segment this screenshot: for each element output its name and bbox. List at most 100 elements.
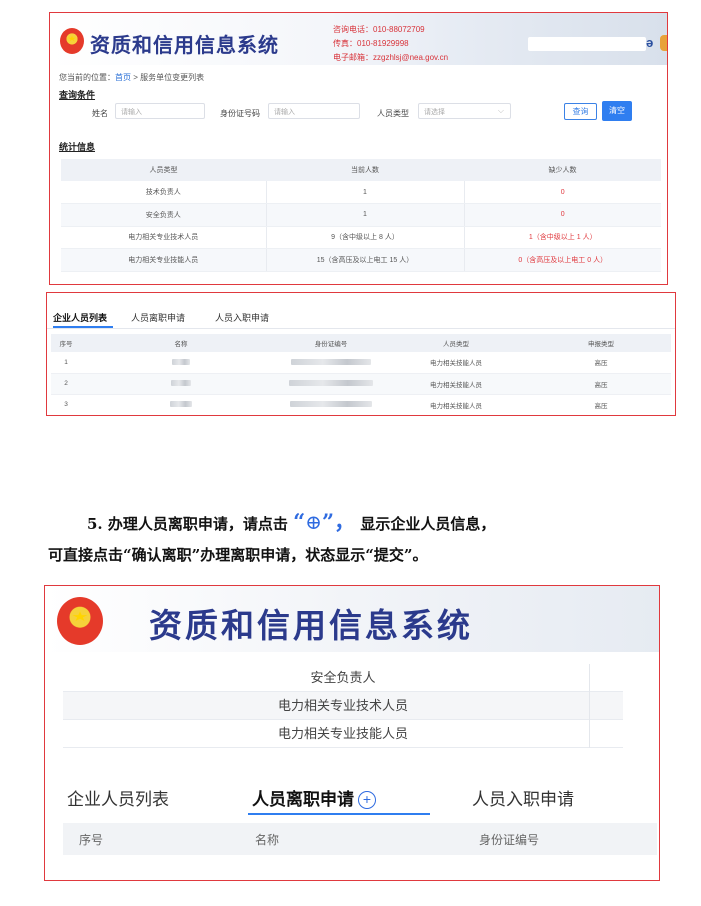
cell-index: 1 xyxy=(51,352,81,374)
screenshot-service-unit-list: 资质和信用信息系统 咨询电话：010-88072709 传真：010-81929… xyxy=(49,12,668,285)
table-row: 安全负责人 1 0 xyxy=(61,203,661,227)
cell-index: 4 xyxy=(51,415,81,416)
tab-onboarding-request[interactable]: 人员入职申请 xyxy=(215,311,269,324)
cell-declare-type: 高压 xyxy=(531,394,671,415)
cell-type: 电力相关专业技术人员 xyxy=(61,226,266,249)
cell-current: 1 xyxy=(265,181,464,204)
tab-employee-list[interactable]: 企业人员列表 xyxy=(67,785,169,810)
col-index: 序号 xyxy=(51,334,81,352)
cell-current: 15（含高压及以上电工 15 人） xyxy=(265,248,464,272)
user-info-box[interactable] xyxy=(528,37,646,51)
screenshot-resignation-tab: 资质和信用信息系统 安全负责人 电力相关专业技术人员 电力相关专业技能人员 企业… xyxy=(44,585,660,881)
col-missing-count: 缺少人数 xyxy=(464,159,661,181)
cell-id-redacted xyxy=(281,352,381,374)
header-banner: 资质和信用信息系统 xyxy=(45,586,659,652)
clear-button[interactable]: 清空 xyxy=(602,101,632,121)
employee-table: 序号 名称 身份证编号 人员类型 申报类型 1 电力相关技能人员 高压 2 电力… xyxy=(51,334,671,416)
instruction-text-a: 5. 办理人员离职申请，请点击 xyxy=(87,515,288,533)
col-current-count: 当前人数 xyxy=(266,159,464,181)
query-conditions-heading: 查询条件 xyxy=(59,90,96,100)
cell-type: 技术负责人 xyxy=(61,181,266,204)
national-emblem-icon xyxy=(57,597,103,645)
person-type-label: 人员类型 xyxy=(377,109,409,118)
cell-missing: 0 xyxy=(463,203,661,227)
cell-type: 安全负责人 xyxy=(61,203,266,227)
user-icon[interactable]: ə xyxy=(646,35,653,50)
table-row[interactable]: 4 电力相关技能人员 高压 xyxy=(51,415,671,416)
tab-resignation-label: 人员离职申请 xyxy=(252,790,354,809)
cell-id-redacted xyxy=(281,394,381,415)
circle-plus-icon[interactable]: + xyxy=(358,791,376,809)
query-button[interactable]: 查询 xyxy=(564,103,597,120)
col-declare-type: 申报类型 xyxy=(531,334,671,352)
cell-person-type: 电力相关技能人员 xyxy=(381,415,531,416)
id-number-placeholder: 请输入 xyxy=(274,109,295,116)
cell-declare-type: 高压 xyxy=(531,352,671,374)
active-tab-underline xyxy=(53,326,113,328)
cell-name-redacted xyxy=(81,373,281,395)
header-banner: 资质和信用信息系统 咨询电话：010-88072709 传真：010-81929… xyxy=(50,13,667,65)
col-name: 名称 xyxy=(81,334,281,352)
person-type-row: 电力相关专业技能人员 xyxy=(63,720,623,748)
id-number-input[interactable]: 请输入 xyxy=(268,103,360,119)
cell-name-redacted xyxy=(81,415,281,416)
quote-close: ”， xyxy=(321,509,356,534)
cell-name-redacted xyxy=(81,352,281,374)
table-header-row: 序号 名称 身份证编号 xyxy=(63,823,657,855)
system-title: 资质和信用信息系统 xyxy=(149,606,473,645)
tab-onboarding-request[interactable]: 人员入职申请 xyxy=(472,785,574,810)
cell-missing: 1（含中级以上 1 人） xyxy=(463,226,661,249)
cell-person-type: 电力相关技能人员 xyxy=(381,394,531,415)
cell-declare-type: 高压 xyxy=(531,373,671,395)
table-row[interactable]: 2 电力相关技能人员 高压 xyxy=(51,373,671,395)
col-id-number: 身份证编号 xyxy=(479,833,540,847)
cell-current: 1 xyxy=(265,203,464,227)
side-tab-icon[interactable] xyxy=(660,35,667,51)
cell-id-redacted xyxy=(281,373,381,395)
cell-person-type: 电力相关技能人员 xyxy=(381,352,531,374)
person-type-row: 电力相关专业技术人员 xyxy=(63,692,623,720)
cell-declare-type: 高压 xyxy=(531,415,671,416)
cell-name-redacted xyxy=(81,394,281,415)
table-row[interactable]: 3 电力相关技能人员 高压 xyxy=(51,394,671,415)
table-header-row: 人员类型 当前人数 缺少人数 xyxy=(61,159,661,181)
instruction-line-2: 可直接点击“确认离职”办理离职申请，状态显示“提交”。 xyxy=(48,546,428,564)
breadcrumb: 您当前的位置：首页 > 服务单位变更列表 xyxy=(59,72,204,83)
national-emblem-icon xyxy=(60,28,84,54)
table-row[interactable]: 1 电力相关技能人员 高压 xyxy=(51,352,671,374)
breadcrumb-current: > 服务单位变更列表 xyxy=(131,73,205,82)
col-id-number: 身份证编号 xyxy=(281,334,381,352)
statistics-heading: 统计信息 xyxy=(59,142,96,152)
name-label: 姓名 xyxy=(92,109,108,118)
instruction-line-1: 5. 办理人员离职申请，请点击 “⊕”， 显示企业人员信息， xyxy=(87,506,495,536)
breadcrumb-prefix: 您当前的位置： xyxy=(59,73,115,82)
cell-index: 2 xyxy=(51,373,81,395)
person-type-select[interactable]: 请选择 ⌵ xyxy=(418,103,511,119)
breadcrumb-home-link[interactable]: 首页 xyxy=(115,73,131,82)
cell-id-redacted xyxy=(281,415,381,416)
tab-resignation-request[interactable]: 人员离职申请 + xyxy=(252,785,376,810)
cell-missing: 0 xyxy=(463,181,661,204)
col-person-type: 人员类型 xyxy=(381,334,531,352)
cell-type: 电力相关专业技能人员 xyxy=(61,248,266,272)
tab-bar: 企业人员列表 人员离职申请 人员入职申请 xyxy=(47,293,675,329)
tab-resignation-request[interactable]: 人员离职申请 xyxy=(131,311,185,324)
cell-current: 9（含中级以上 8 人） xyxy=(265,226,464,249)
person-type-placeholder: 请选择 xyxy=(424,109,445,116)
quote-open: “ xyxy=(293,509,306,534)
cell-index: 3 xyxy=(51,394,81,415)
cell-person-type: 电力相关技能人员 xyxy=(381,373,531,395)
active-tab-underline xyxy=(248,813,430,815)
statistics-table: 人员类型 当前人数 缺少人数 技术负责人 1 0 安全负责人 1 0 电力相关专… xyxy=(61,159,661,272)
cell-missing: 0（含高压及以上电工 0 人） xyxy=(463,248,661,272)
circle-plus-icon: ⊕ xyxy=(305,510,322,534)
chevron-down-icon: ⌵ xyxy=(497,106,504,115)
instruction-text-b: 显示企业人员信息， xyxy=(360,515,496,533)
person-type-rows: 安全负责人 电力相关专业技术人员 电力相关专业技能人员 xyxy=(63,664,623,748)
name-input[interactable]: 请输入 xyxy=(115,103,205,119)
tab-employee-list[interactable]: 企业人员列表 xyxy=(53,311,107,324)
name-placeholder: 请输入 xyxy=(121,109,142,116)
table-row: 电力相关专业技能人员 15（含高压及以上电工 15 人） 0（含高压及以上电工 … xyxy=(61,248,661,272)
contact-email: 电子邮箱：zzgzhlsj@nea.gov.cn xyxy=(333,53,449,62)
col-person-type: 人员类型 xyxy=(61,159,266,181)
